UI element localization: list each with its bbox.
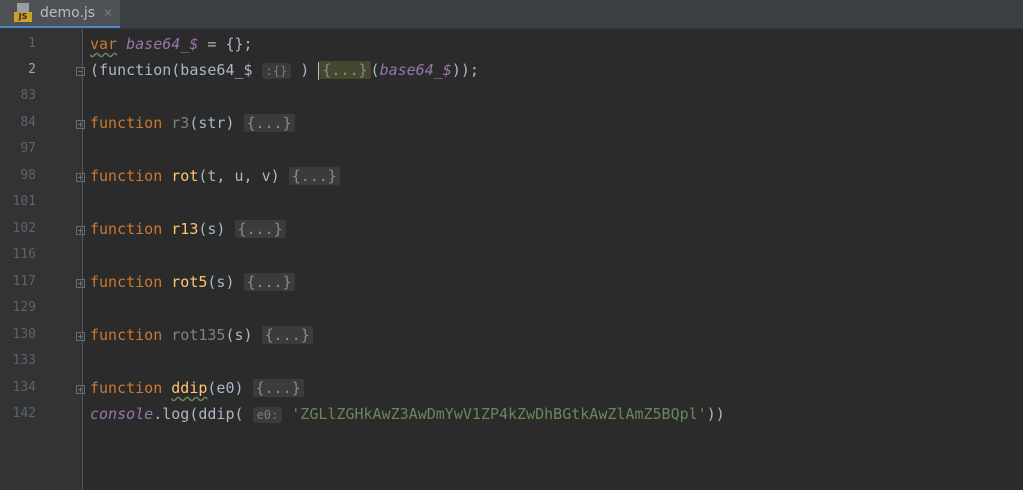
line-number: 84 [20,115,36,130]
code-text: )); [451,61,479,79]
function-args: (t, u, v) [198,167,289,185]
folded-region[interactable]: {...} [243,273,295,291]
code-text: = {}; [198,35,253,53]
function-name: r3 [171,114,190,132]
code-line-102: function r13(s) {...} [90,216,286,242]
tab-demo-js[interactable]: JS demo.js ✕ [0,0,120,28]
line-number: 97 [20,141,36,156]
type-hint: :{} [261,63,292,79]
code-text: )) [706,405,725,423]
console-object: console [90,405,154,423]
keyword-function: function [90,167,163,185]
keyword-var: var [90,35,118,53]
line-number: 101 [12,194,36,209]
code-line-142: console.log(ddip( e0: 'ZGLlZGHkAwZ3AwDmY… [90,401,725,427]
code-line-117: function rot5(s) {...} [90,269,295,295]
function-args: (s) [225,326,262,344]
keyword-function: function [90,273,163,291]
line-number: 133 [12,353,36,368]
code-text: .log(ddip( [153,405,253,423]
code-line-2: (function(base64_$ :{} ) {...} (base64_$)… [90,61,479,80]
keyword-function: function [90,220,163,238]
line-number: 102 [12,221,36,236]
keyword-function: function [90,379,163,397]
code-line-84: function r3(str) {...} [90,110,295,136]
code-editor[interactable]: var base64_$ = {}; (function(base64_$ :{… [83,29,1023,490]
keyword-function: function [90,114,163,132]
code-text: (function(base64_$ [90,61,262,79]
folded-region[interactable]: {...} [319,61,371,79]
function-name: rot [171,167,199,185]
folded-region[interactable]: {...} [252,379,304,397]
variable-name: base64_$ [379,61,452,79]
variable-name: base64_$ [126,35,199,53]
line-number-gutter: 1 2 83 84 97 98 101 102 116 117 129 130 … [0,29,85,490]
function-name: ddip [171,379,208,397]
string-literal: 'ZGLlZGHkAwZ3AwDmYwV1ZP4kZwDhBGtkAwZlAmZ… [291,405,707,423]
code-line-1: var base64_$ = {}; [90,31,253,57]
function-name: r13 [171,220,199,238]
folded-region[interactable]: {...} [234,220,286,238]
function-args: (str) [189,114,244,132]
function-name: rot135 [171,326,226,344]
tab-title: demo.js [40,5,96,21]
line-number: 2 [28,62,36,77]
line-number: 1 [28,36,36,51]
line-number: 130 [12,327,36,342]
line-number: 98 [20,168,36,183]
parameter-hint: e0: [252,407,283,423]
function-args: (e0) [207,379,253,397]
function-name: rot5 [171,273,208,291]
folded-region[interactable]: {...} [288,167,340,185]
folded-region[interactable]: {...} [243,114,295,132]
editor-tab-bar: JS demo.js ✕ [0,0,1023,29]
line-number: 83 [20,88,36,103]
close-icon[interactable]: ✕ [103,6,113,20]
code-line-130: function rot135(s) {...} [90,322,313,348]
line-number: 134 [12,380,36,395]
keyword-function: function [90,326,163,344]
js-file-icon: JS [14,3,34,23]
line-number: 129 [12,300,36,315]
code-line-98: function rot(t, u, v) {...} [90,163,340,189]
code-line-134: function ddip(e0) {...} [90,375,304,401]
line-number: 117 [12,274,36,289]
line-number: 142 [12,406,36,421]
function-args: (s) [198,220,235,238]
folded-region[interactable]: {...} [261,326,313,344]
line-number: 116 [12,247,36,262]
function-args: (s) [207,273,244,291]
code-text: ) [291,61,319,79]
